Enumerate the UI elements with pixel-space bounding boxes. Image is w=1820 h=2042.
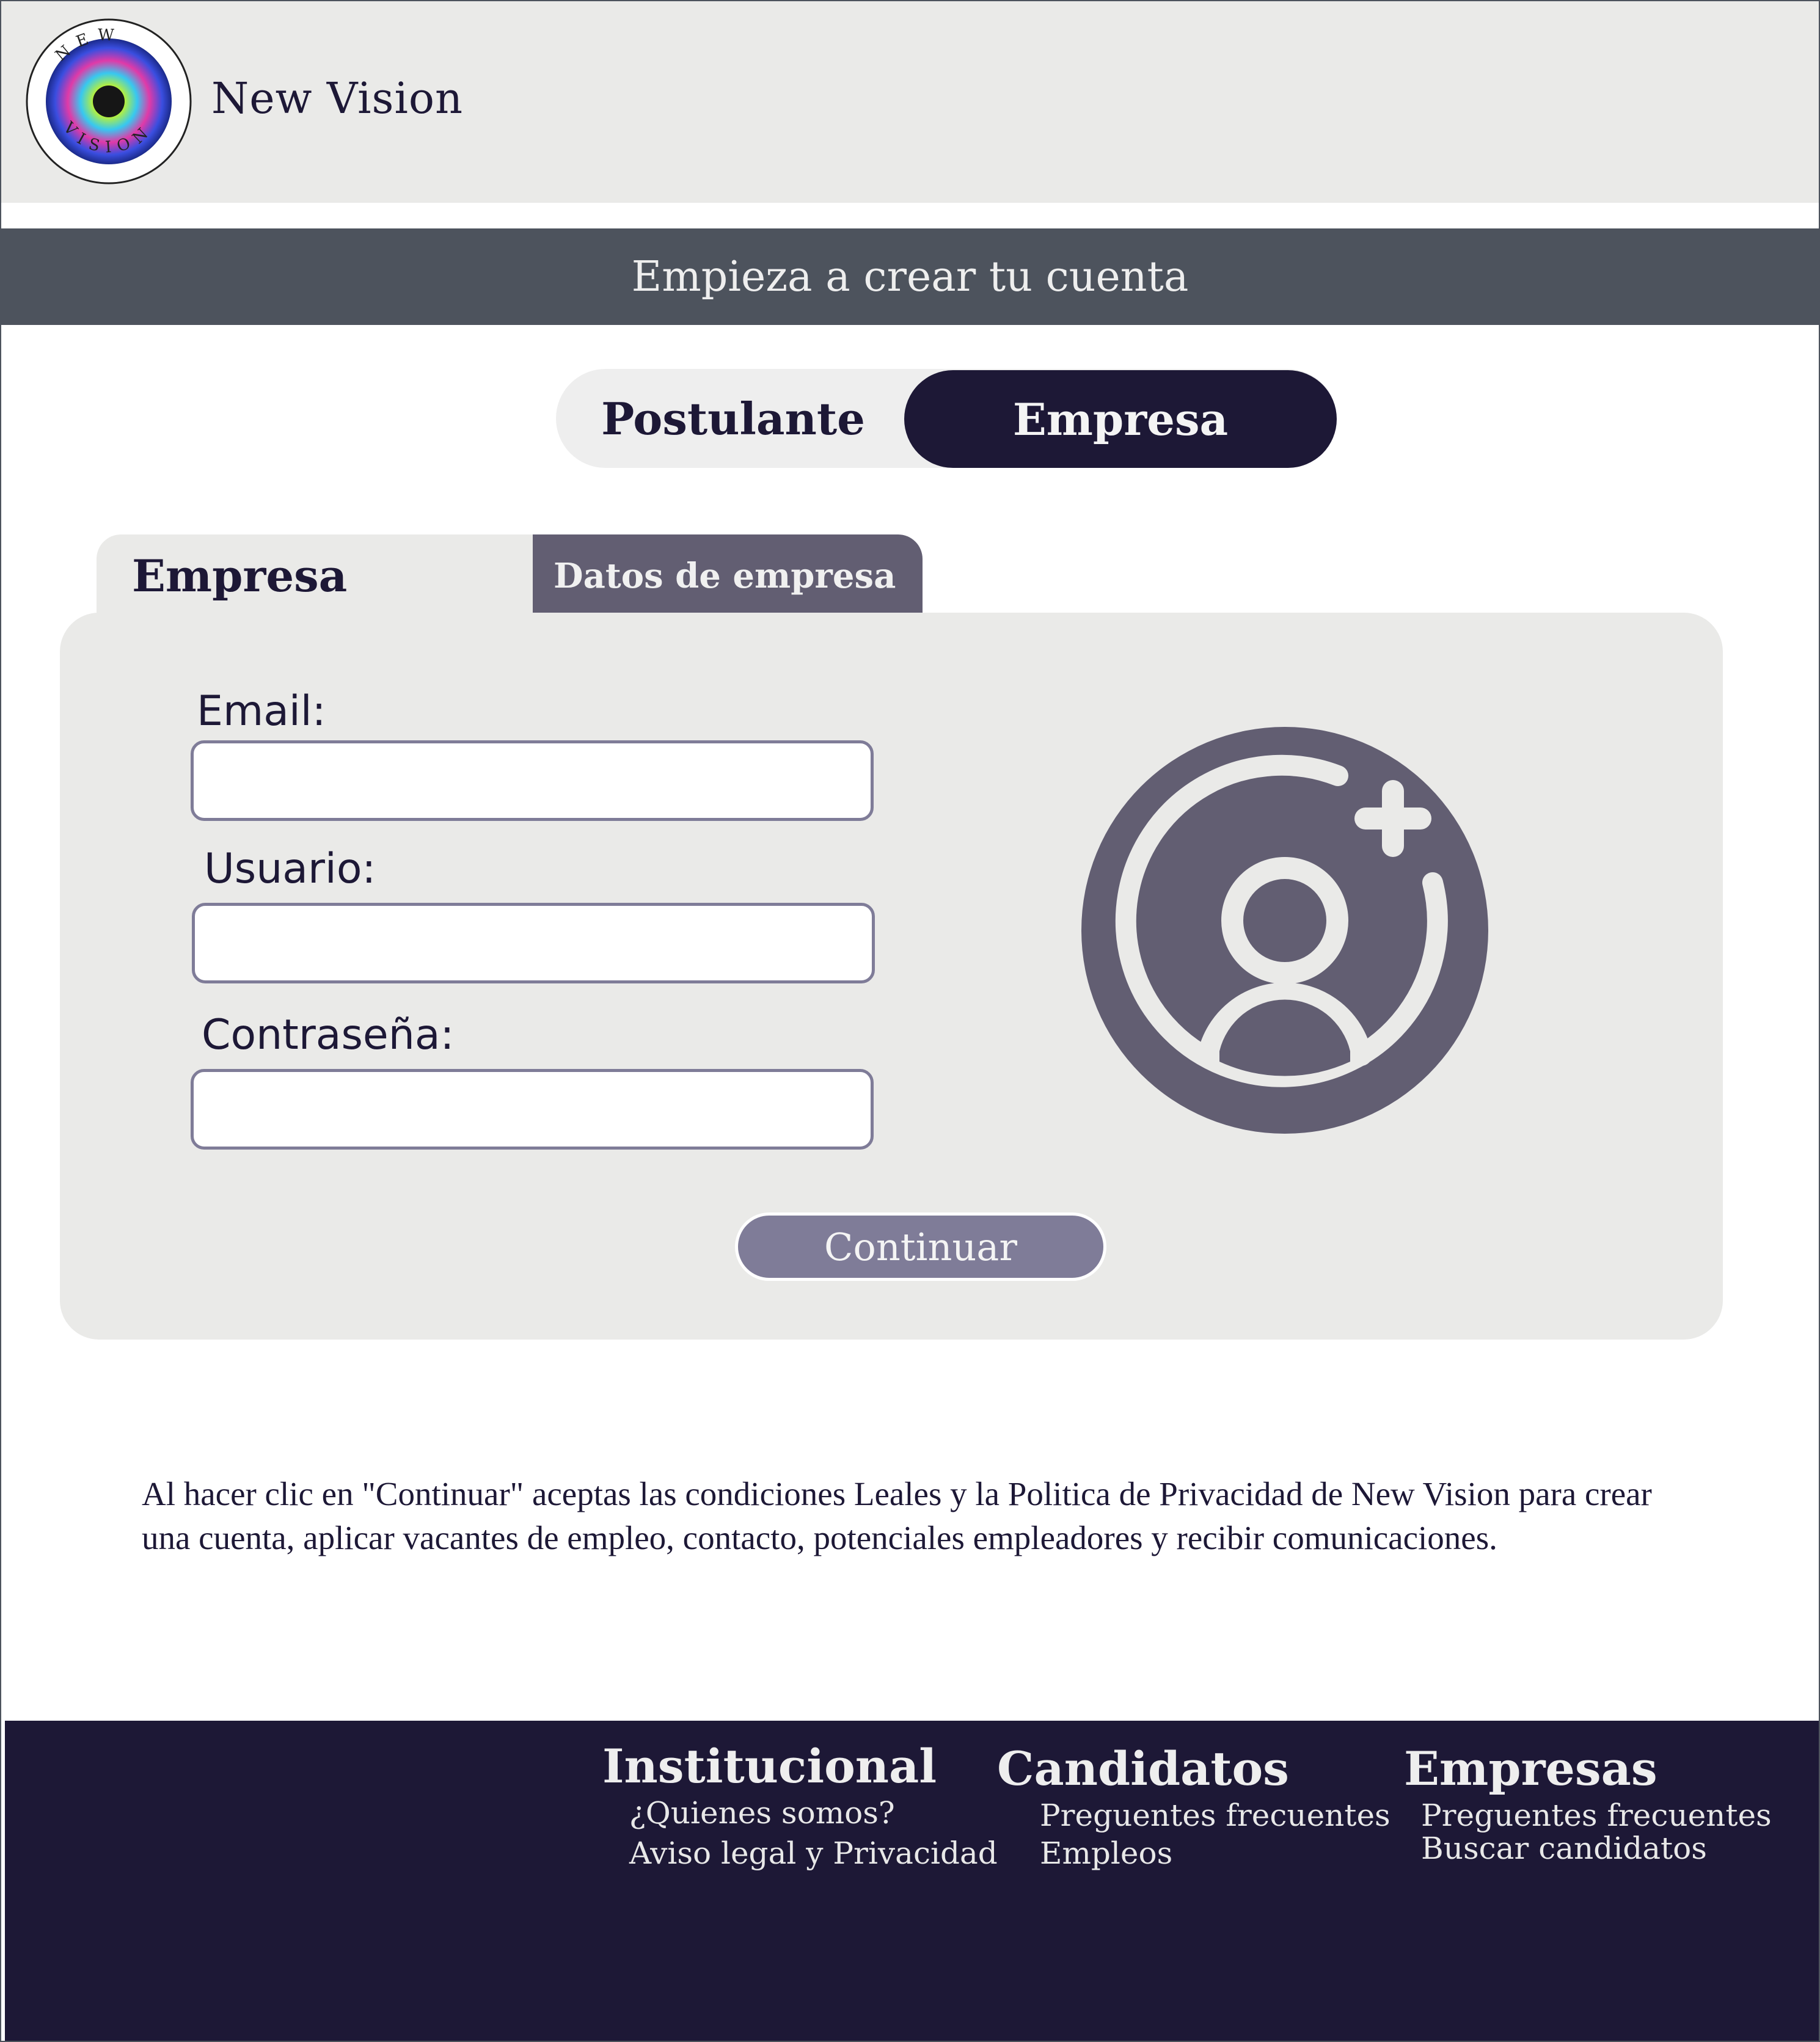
page-title: Empieza a crear tu cuenta [631, 252, 1189, 301]
footer-col-candidatos: Candidatos Preguentes frecuentes Empleos [997, 1741, 1391, 1872]
footer-link-preguntas-empresas[interactable]: Preguentes frecuentes [1421, 1797, 1772, 1834]
site-header: NEW VISION New Vision [1, 1, 1819, 203]
usuario-label: Usuario: [204, 845, 376, 893]
toggle-option-postulante[interactable]: Postulante [556, 369, 910, 468]
tab-datos-de-empresa[interactable]: Datos de empresa [533, 534, 923, 617]
continue-button[interactable]: Continuar [735, 1212, 1106, 1281]
footer-col-empresas: Empresas Preguentes frecuentes Buscar ca… [1404, 1741, 1772, 1867]
role-toggle: Postulante Empresa [556, 369, 1337, 468]
footer-link-preguntas-candidatos[interactable]: Preguentes frecuentes [1040, 1797, 1391, 1834]
footer-heading-empresas: Empresas [1404, 1741, 1657, 1796]
footer-link-buscar-candidatos[interactable]: Buscar candidatos [1421, 1830, 1772, 1867]
password-field[interactable] [191, 1069, 874, 1150]
footer-col-institucional: Institucional ¿Quienes somos? Aviso lega… [602, 1739, 998, 1872]
logo-eye-icon[interactable]: NEW VISION [24, 17, 193, 186]
footer-heading-institucional: Institucional [602, 1739, 937, 1793]
page-banner: Empieza a crear tu cuenta [1, 228, 1819, 325]
footer-link-empleos[interactable]: Empleos [1040, 1835, 1391, 1872]
legal-notice: Al hacer clic en "Continuar" aceptas las… [142, 1475, 1652, 1556]
tab-empresa[interactable]: Empresa [97, 534, 536, 617]
email-field[interactable] [191, 740, 874, 821]
usuario-field[interactable] [192, 903, 875, 983]
password-label: Contraseña: [202, 1011, 455, 1059]
brand-name[interactable]: New Vision [211, 73, 463, 123]
footer-link-quienes-somos[interactable]: ¿Quienes somos? [629, 1795, 998, 1831]
footer-heading-candidatos: Candidatos [997, 1741, 1289, 1796]
site-footer: Institucional ¿Quienes somos? Aviso lega… [5, 1721, 1820, 2042]
toggle-option-empresa[interactable]: Empresa [904, 370, 1337, 468]
email-label: Email: [197, 687, 326, 735]
add-user-icon[interactable] [1075, 727, 1494, 1134]
footer-link-aviso-legal[interactable]: Aviso legal y Privacidad [629, 1835, 998, 1872]
